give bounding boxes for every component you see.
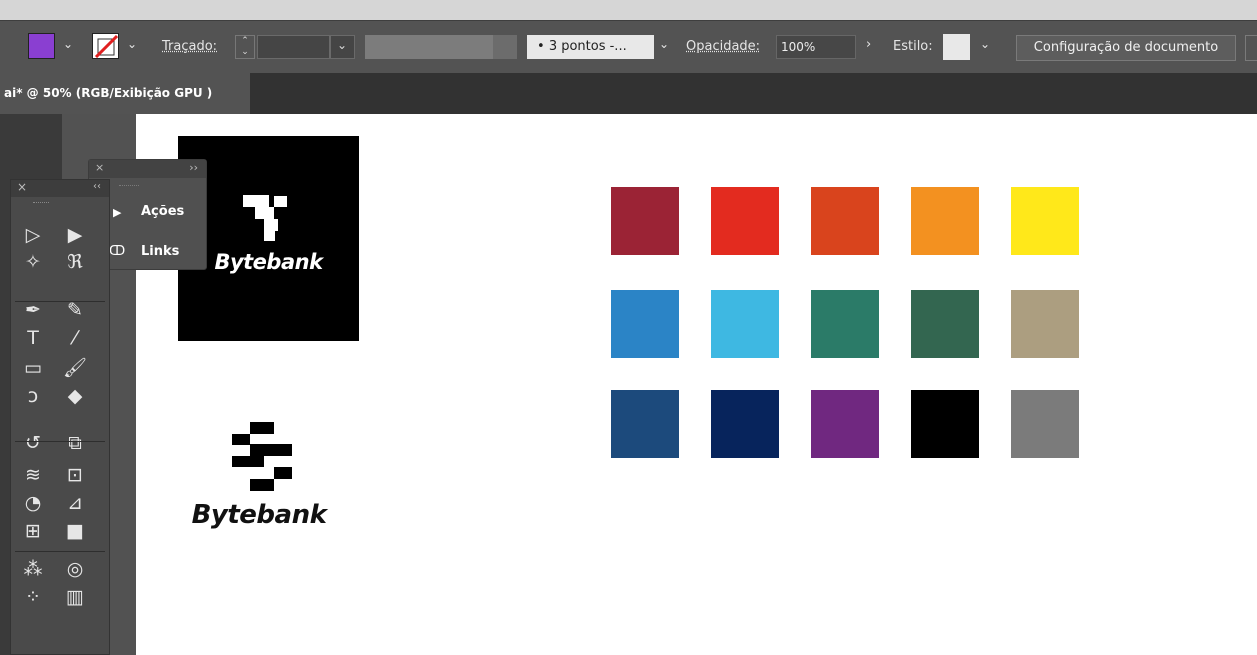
rectangle-tool[interactable]: ▭ [19,355,47,381]
gradient-tool[interactable]: ■ [61,518,89,544]
fill-swatch[interactable] [28,33,55,59]
tools-divider [15,551,105,552]
play-icon: ▶ [113,206,122,219]
lasso-tool[interactable]: ℜ [61,249,89,275]
bullet-icon: • [537,39,545,54]
shaper-tool[interactable]: ↄ [19,383,47,409]
panel-header[interactable]: × ›› [89,160,206,178]
eyedropper-tool[interactable]: ⁂ [19,556,47,582]
magic-wand-tool[interactable]: ✧ [19,249,47,275]
brush-definition-field[interactable]: • 3 pontos -... [527,35,654,59]
stroke-weight-input[interactable] [257,35,330,59]
bytebank-wordmark-black: Bytebank [191,500,327,530]
collapse-icon[interactable]: ‹‹ [93,181,101,192]
panel-grip[interactable] [119,185,139,189]
opacity-input[interactable]: 100% [776,35,856,59]
color-swatch[interactable] [611,187,679,255]
document-tab-bar: ai* @ 50% (RGB/Exibição GPU ) [0,73,1257,114]
tools-divider [15,441,105,442]
color-swatch[interactable] [1011,290,1079,358]
stroke-weight-stepper[interactable]: ⌃ ⌄ [235,35,255,59]
tools-divider [15,301,105,302]
shape-builder-tool[interactable]: ◔ [19,490,47,516]
color-swatch[interactable] [811,187,879,255]
color-swatch[interactable] [911,187,979,255]
chevron-down-icon[interactable]: ⌄ [659,37,669,51]
graphic-style-swatch[interactable] [943,34,970,60]
tools-panel-header[interactable]: × ‹‹ [11,180,109,197]
chevron-down-icon: ⌄ [337,38,348,52]
eraser-tool[interactable]: ◆ [61,383,89,409]
expand-icon[interactable]: ›› [189,161,198,174]
chevron-down-icon[interactable]: ⌄ [980,37,990,51]
close-icon[interactable]: × [95,161,104,174]
color-swatch[interactable] [811,390,879,458]
bytebank-logo-mark-black [232,422,292,491]
close-icon[interactable]: × [17,180,27,194]
free-transform-tool[interactable]: ⊡ [61,462,89,488]
overflow-button[interactable] [1245,35,1257,61]
variable-width-profile[interactable] [365,35,493,59]
symbol-sprayer-tool[interactable]: ⁘ [19,584,47,610]
color-swatch[interactable] [711,187,779,255]
no-stroke-icon [94,34,118,58]
paintbrush-tool[interactable]: 🖌 [61,355,89,381]
actions-panel-item[interactable]: Ações [141,204,184,219]
document-tab[interactable]: ai* @ 50% (RGB/Exibição GPU ) [0,73,250,114]
scale-tool[interactable]: ⧉ [61,430,89,456]
chevron-down-icon[interactable]: ⌄ [127,37,137,51]
type-tool[interactable]: T [19,325,47,351]
stroke-weight-dropdown[interactable]: ⌄ [330,35,355,59]
opacity-label[interactable]: Opacidade: [686,39,760,54]
width-tool[interactable]: ≋ [19,462,47,488]
blend-tool[interactable]: ◎ [61,556,89,582]
brush-definition-value: 3 pontos -... [548,39,627,54]
stroke-label[interactable]: Traçado: [162,39,217,54]
color-swatch[interactable] [711,390,779,458]
chevron-right-icon[interactable]: › [866,37,871,52]
mesh-tool[interactable]: ⊞ [19,518,47,544]
menu-strip [0,0,1257,20]
stroke-swatch[interactable] [92,33,119,59]
link-icon: ↀ [109,244,126,259]
color-swatch[interactable] [611,390,679,458]
chevron-down-icon[interactable]: ⌄ [63,37,73,51]
color-swatch[interactable] [1011,390,1079,458]
color-swatch[interactable] [611,290,679,358]
color-swatch[interactable] [911,390,979,458]
line-tool[interactable]: ⁄ [61,325,89,351]
color-swatch[interactable] [911,290,979,358]
variable-width-dropdown[interactable] [493,35,517,59]
color-swatch[interactable] [1011,187,1079,255]
color-swatch[interactable] [711,290,779,358]
tools-panel: × ‹‹ ▷ ▶ ✧ ℜ ✒ ✎ T ⁄ ▭ 🖌 ↄ ◆ ↺ ⧉ ≋ ⊡ ◔ ⊿ ⊞ ■ ⁂ ◎ ⁘ ▥ [10,179,110,655]
perspective-grid-tool[interactable]: ⊿ [61,490,89,516]
direct-selection-tool[interactable]: ▶ [61,222,89,248]
column-graph-tool[interactable]: ▥ [61,584,89,610]
control-bar: ⌄ ⌄ Traçado: ⌃ ⌄ ⌄ • 3 pontos -... ⌄ Opac… [0,20,1257,73]
selection-tool[interactable]: ▷ [19,222,47,248]
style-label: Estilo: [893,39,933,54]
color-swatch[interactable] [811,290,879,358]
tools-grip[interactable] [33,202,49,203]
rotate-tool[interactable]: ↺ [19,430,47,456]
links-panel-item[interactable]: Links [141,244,179,259]
document-setup-button[interactable]: Configuração de documento [1016,35,1236,61]
